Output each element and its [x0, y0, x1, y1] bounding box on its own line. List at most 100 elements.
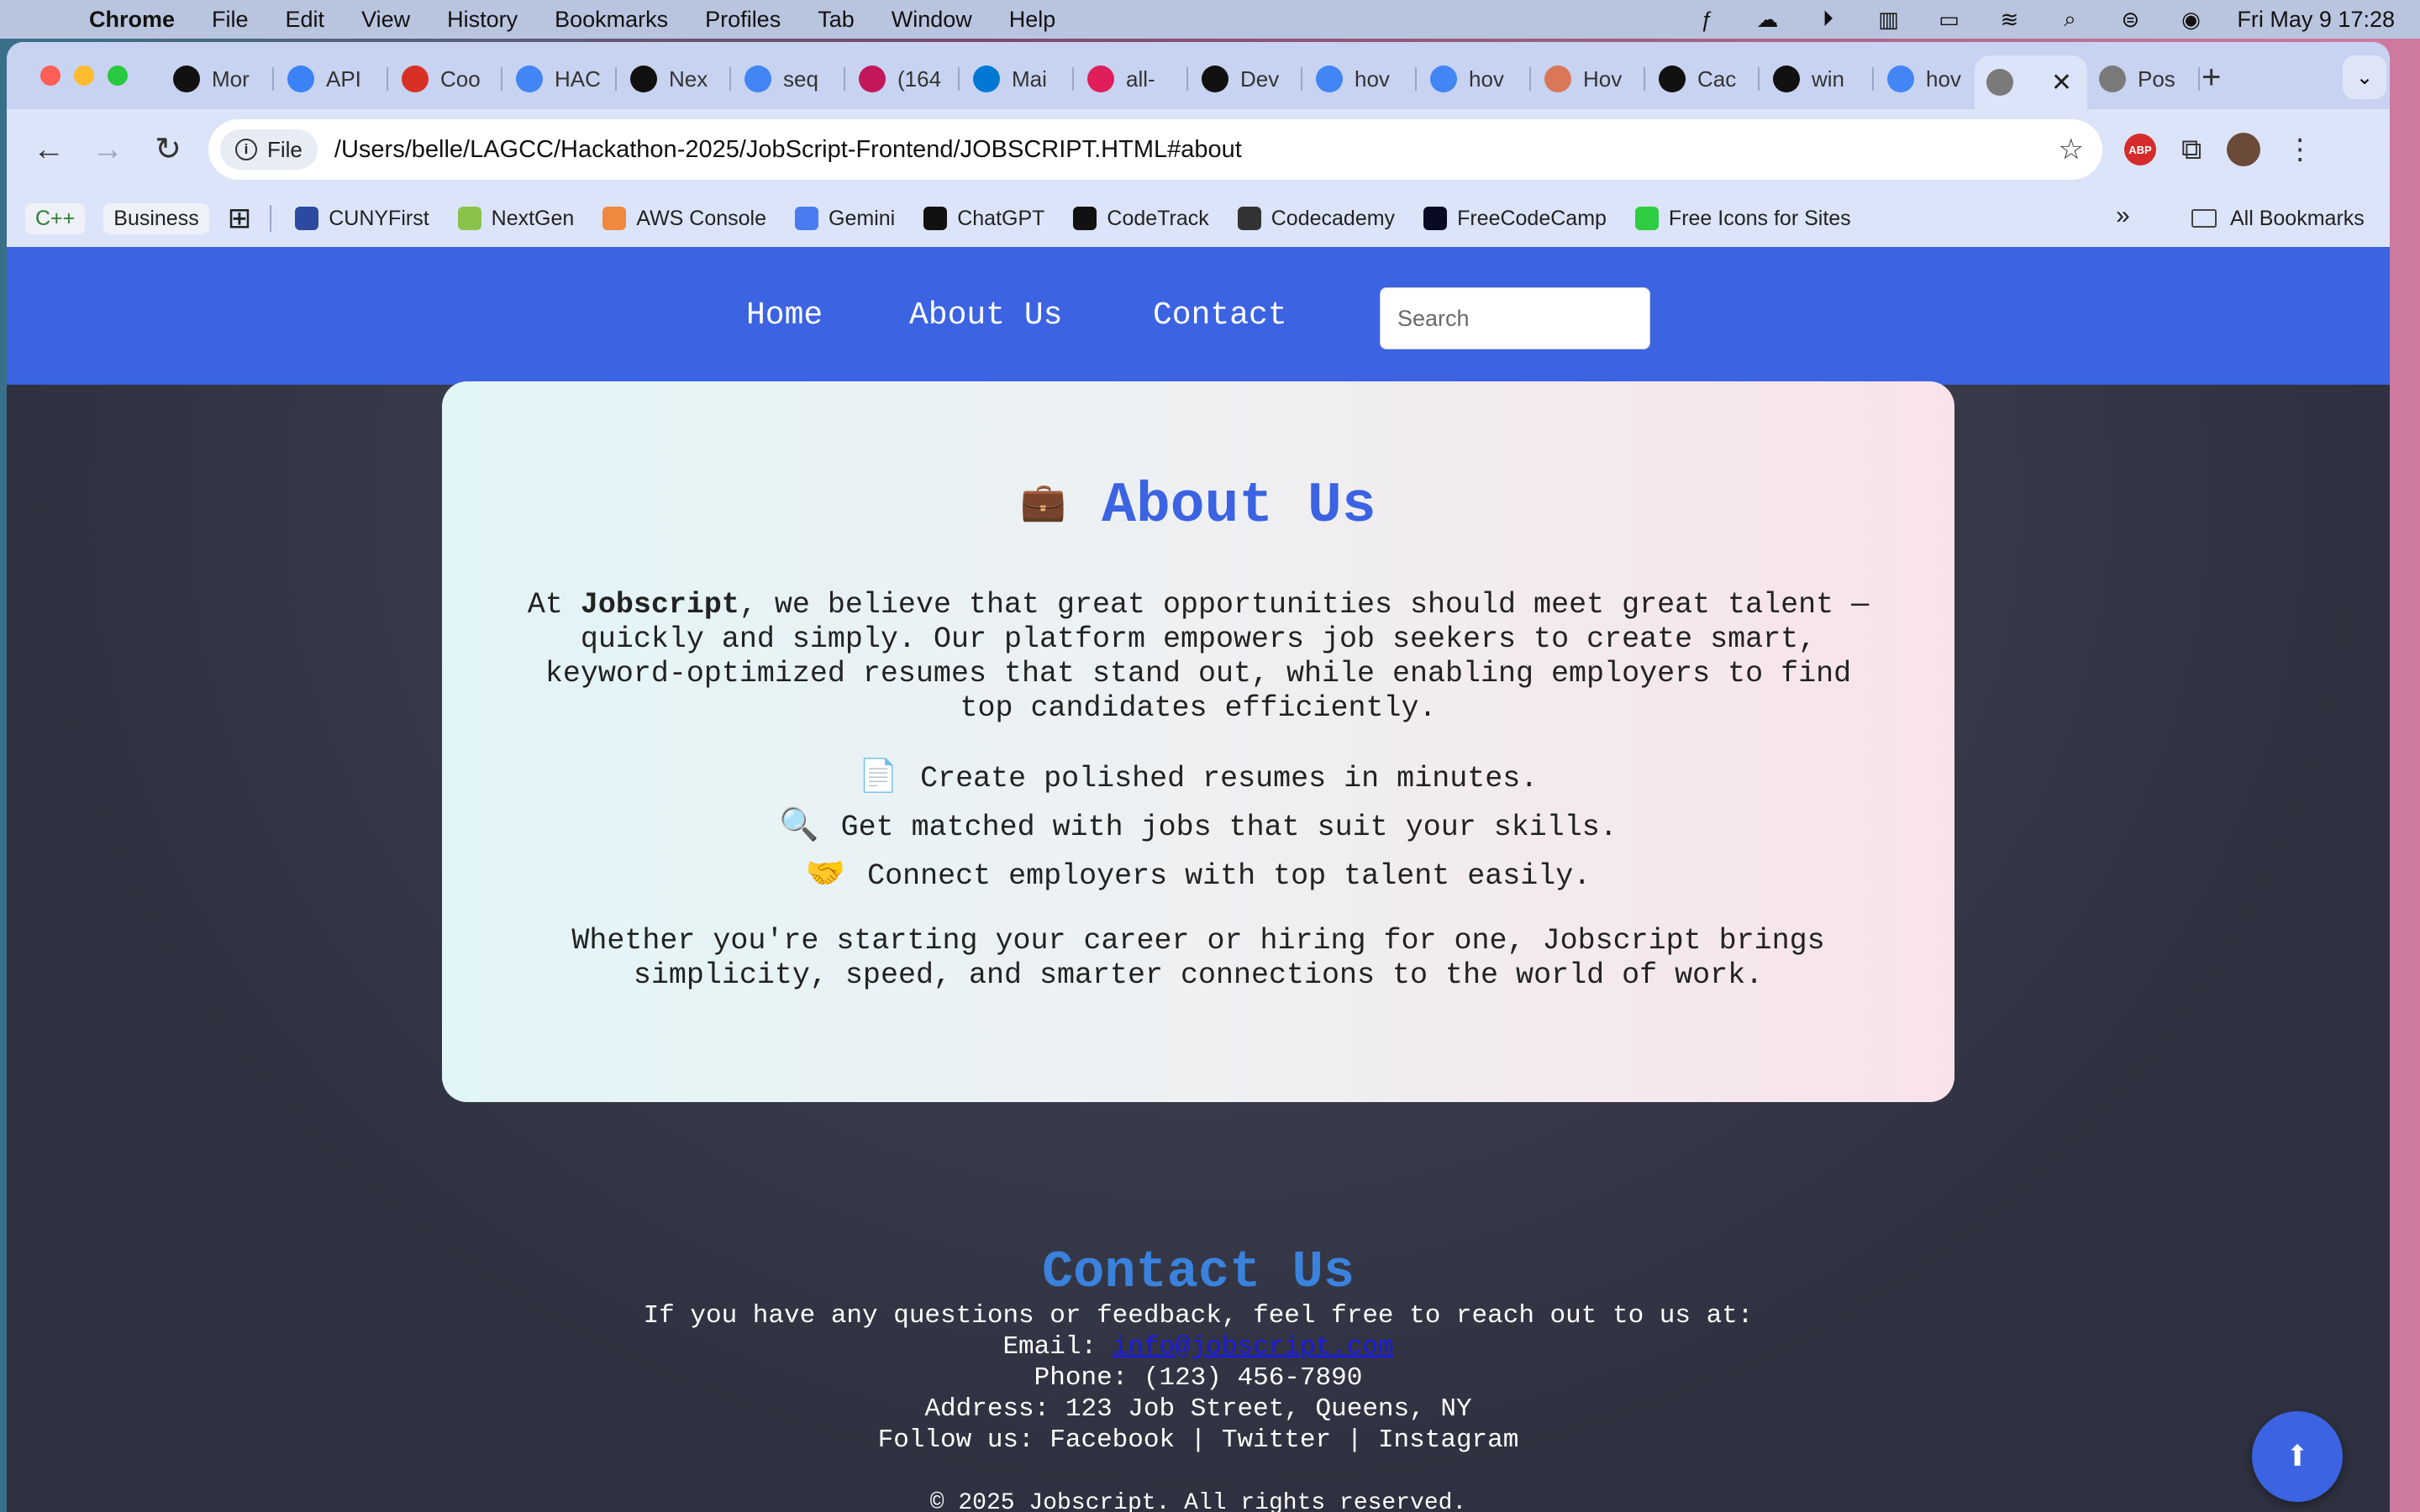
- menubar-clock[interactable]: Fri May 9 17:28: [2237, 7, 2395, 33]
- bookmark-star-icon[interactable]: ☆: [2059, 133, 2084, 166]
- back-to-top-arrow-icon[interactable]: ⬆: [2252, 1411, 2343, 1502]
- battery-icon[interactable]: ▭: [1934, 7, 1963, 32]
- menu-tab[interactable]: Tab: [818, 7, 855, 33]
- minimize-window-button[interactable]: [74, 66, 94, 86]
- menu-window[interactable]: Window: [892, 7, 972, 33]
- bookmark-item[interactable]: Free Icons for Sites: [1634, 207, 1851, 231]
- tab-label: Mai: [1012, 66, 1047, 92]
- bookmarks-bar: C++ Business ⊞ CUNYFirst NextGen AWS Conso…: [7, 190, 2390, 247]
- wifi-icon[interactable]: ≋: [1995, 7, 2023, 32]
- menu-profiles[interactable]: Profiles: [705, 7, 781, 33]
- browser-tab[interactable]: all-: [1076, 55, 1188, 102]
- close-window-button[interactable]: [40, 66, 60, 86]
- apps-grid-icon[interactable]: ⊞: [228, 202, 252, 235]
- back-arrow-icon[interactable]: ←: [29, 129, 69, 170]
- browser-tab[interactable]: (164: [847, 55, 960, 102]
- more-bookmarks-chevron-icon[interactable]: »: [2116, 202, 2130, 230]
- bookmark-folder-cpp[interactable]: C++: [25, 202, 86, 234]
- menu-app-chrome[interactable]: Chrome: [89, 7, 175, 33]
- control-center-icon[interactable]: ⊜: [2116, 7, 2144, 32]
- site-info-label: File: [267, 136, 302, 162]
- email-link[interactable]: info@jobscript.com: [1113, 1332, 1394, 1362]
- spotlight-search-icon[interactable]: ⌕: [2055, 6, 2084, 32]
- reload-icon[interactable]: ↻: [148, 129, 188, 170]
- tab-separator: [844, 67, 845, 91]
- menu-history[interactable]: History: [447, 7, 518, 33]
- browser-tab[interactable]: API: [276, 55, 388, 102]
- tab-strip: Mor API Coo HAC Nex seq (164 Mai all- Dev hov hov Ho…: [7, 42, 2390, 109]
- bookmark-item[interactable]: Codecademy: [1237, 207, 1395, 231]
- handshake-icon: 🤝: [805, 858, 846, 894]
- bookmark-folder-business[interactable]: Business: [103, 202, 209, 234]
- menu-view[interactable]: View: [361, 7, 410, 33]
- browser-tab[interactable]: seq: [733, 55, 845, 102]
- instagram-link[interactable]: Instagram: [1378, 1425, 1518, 1455]
- all-bookmarks-button[interactable]: All Bookmarks: [2191, 190, 2365, 247]
- brand-name: Jobscript: [580, 588, 739, 622]
- browser-tab[interactable]: hov: [1418, 55, 1531, 102]
- twitter-link[interactable]: Twitter: [1222, 1425, 1331, 1455]
- browser-tab[interactable]: hov: [1304, 55, 1417, 102]
- tab-separator: [1758, 67, 1760, 91]
- bookmark-item[interactable]: Gemini: [795, 207, 895, 231]
- tab-separator: [1529, 67, 1531, 91]
- play-circle-icon[interactable]: ⏵: [1813, 6, 1842, 32]
- browser-tab[interactable]: Dev: [1190, 55, 1302, 102]
- nav-home-link[interactable]: Home: [746, 297, 823, 333]
- tab-active[interactable]: ✕: [1975, 55, 2087, 109]
- follow-label: Follow us:: [877, 1425, 1050, 1455]
- bookmark-item[interactable]: CUNYFirst: [295, 207, 429, 231]
- browser-tab[interactable]: Cac: [1647, 55, 1760, 102]
- tab-search-chevron-icon[interactable]: ⌄: [2343, 55, 2386, 99]
- tab-favicon-icon: [744, 66, 771, 92]
- site-info-chip[interactable]: i File: [220, 129, 318, 170]
- tab-label: hov: [1926, 66, 1961, 92]
- bookmark-item[interactable]: ChatGPT: [923, 207, 1044, 231]
- about-intro-rest: , we believe that great opportunities sh…: [544, 588, 1870, 725]
- menu-edit[interactable]: Edit: [286, 7, 325, 33]
- browser-tab[interactable]: Hov: [1533, 55, 1645, 102]
- tab-favicon-icon: [1430, 66, 1457, 92]
- facebook-link[interactable]: Facebook: [1050, 1425, 1175, 1455]
- bookmark-item[interactable]: NextGen: [457, 207, 574, 231]
- browser-tab[interactable]: Nex: [618, 55, 731, 102]
- bookmark-item[interactable]: FreeCodeCamp: [1423, 207, 1607, 231]
- tab-favicon-icon: [2099, 66, 2126, 92]
- figma-icon[interactable]: ƒ: [1692, 7, 1721, 32]
- address-bar[interactable]: i File /Users/belle/LAGCC/Hackathon-2025…: [208, 119, 2102, 180]
- stats-bars-icon[interactable]: ▥: [1874, 7, 1902, 32]
- apple-icon[interactable]: [32, 5, 60, 34]
- browser-tab[interactable]: Pos: [2087, 55, 2200, 102]
- forward-arrow-icon[interactable]: →: [87, 129, 128, 170]
- nav-contact-link[interactable]: Contact: [1153, 297, 1287, 333]
- browser-tab[interactable]: hov: [1876, 55, 1988, 102]
- magnifier-icon: 🔍: [779, 809, 819, 845]
- cloud-icon[interactable]: ☁: [1753, 7, 1781, 32]
- zoom-window-button[interactable]: [108, 66, 128, 86]
- menu-help[interactable]: Help: [1009, 7, 1056, 33]
- more-menu-icon[interactable]: ⋮: [2286, 133, 2314, 166]
- profile-avatar[interactable]: [2227, 133, 2261, 166]
- browser-tab[interactable]: Coo: [390, 55, 502, 102]
- menu-file[interactable]: File: [212, 7, 249, 33]
- browser-tab[interactable]: win: [1761, 55, 1874, 102]
- contact-section: Contact Us If you have any questions or …: [7, 1245, 2390, 1456]
- adblock-plus-icon[interactable]: ABP: [2124, 134, 2156, 165]
- nav-about-link[interactable]: About Us: [909, 297, 1062, 333]
- bookmark-item[interactable]: AWS Console: [602, 207, 766, 231]
- siri-icon[interactable]: ◉: [2176, 7, 2205, 32]
- url-text[interactable]: /Users/belle/LAGCC/Hackathon-2025/JobScr…: [334, 136, 1242, 164]
- menu-bookmarks[interactable]: Bookmarks: [555, 7, 668, 33]
- tab-label: HAC: [555, 66, 601, 92]
- browser-tab[interactable]: Mai: [961, 55, 1074, 102]
- extensions-puzzle-icon[interactable]: ⧉: [2181, 134, 2202, 166]
- feature-text: Connect employers with top talent easily…: [867, 859, 1591, 893]
- close-tab-icon[interactable]: ✕: [2051, 68, 2072, 97]
- new-tab-button[interactable]: +: [2202, 59, 2221, 97]
- bookmark-item[interactable]: CodeTrack: [1073, 207, 1209, 231]
- browser-tab[interactable]: Mor: [161, 55, 274, 102]
- contact-email-line: Email: info@jobscript.com: [7, 1331, 2390, 1362]
- bookmark-favicon-icon: [1073, 207, 1097, 230]
- site-search-input[interactable]: [1380, 287, 1650, 349]
- browser-tab[interactable]: HAC: [504, 55, 617, 102]
